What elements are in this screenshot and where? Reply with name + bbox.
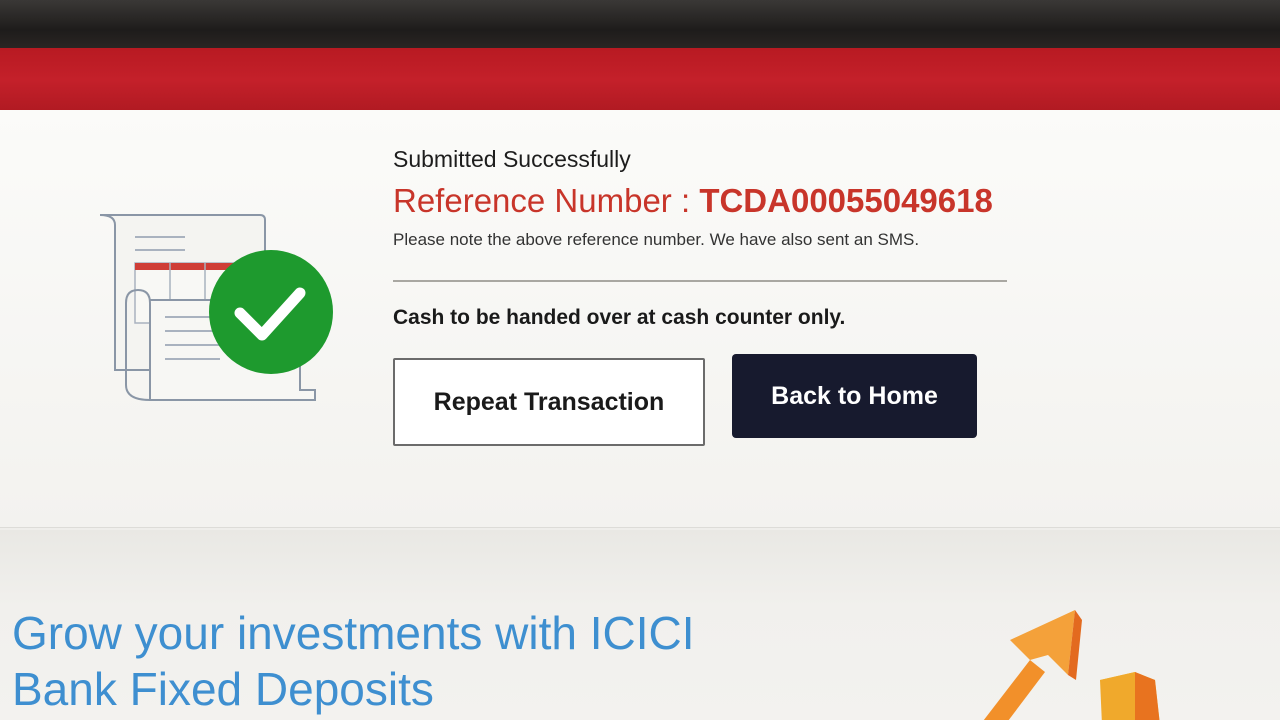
- header-bar: [0, 48, 1280, 112]
- promo-headline: Grow your investments with ICICI Bank Fi…: [12, 605, 695, 717]
- reference-label: Reference Number :: [393, 182, 700, 219]
- divider: [393, 280, 1007, 282]
- promo-line-2: Bank Fixed Deposits: [12, 663, 434, 715]
- confirmation-panel: Submitted Successfully Reference Number …: [0, 110, 1280, 528]
- repeat-transaction-button[interactable]: Repeat Transaction: [393, 358, 705, 446]
- cash-counter-note: Cash to be handed over at cash counter o…: [393, 306, 846, 329]
- reference-number: TCDA00055049618: [699, 182, 993, 219]
- reference-line: Reference Number : TCDA00055049618: [393, 182, 993, 220]
- status-title: Submitted Successfully: [393, 146, 631, 172]
- receipt-document-icon: [99, 214, 333, 401]
- back-to-home-button[interactable]: Back to Home: [732, 354, 977, 438]
- reference-note: Please note the above reference number. …: [393, 230, 920, 249]
- screen-content: Submitted Successfully Reference Number …: [0, 110, 1280, 720]
- promo-banner[interactable]: Grow your investments with ICICI Bank Fi…: [0, 530, 1280, 720]
- promo-line-1: Grow your investments with ICICI: [12, 607, 695, 659]
- growth-arrow-icon: [983, 610, 1160, 720]
- monitor-bezel: [0, 0, 1280, 50]
